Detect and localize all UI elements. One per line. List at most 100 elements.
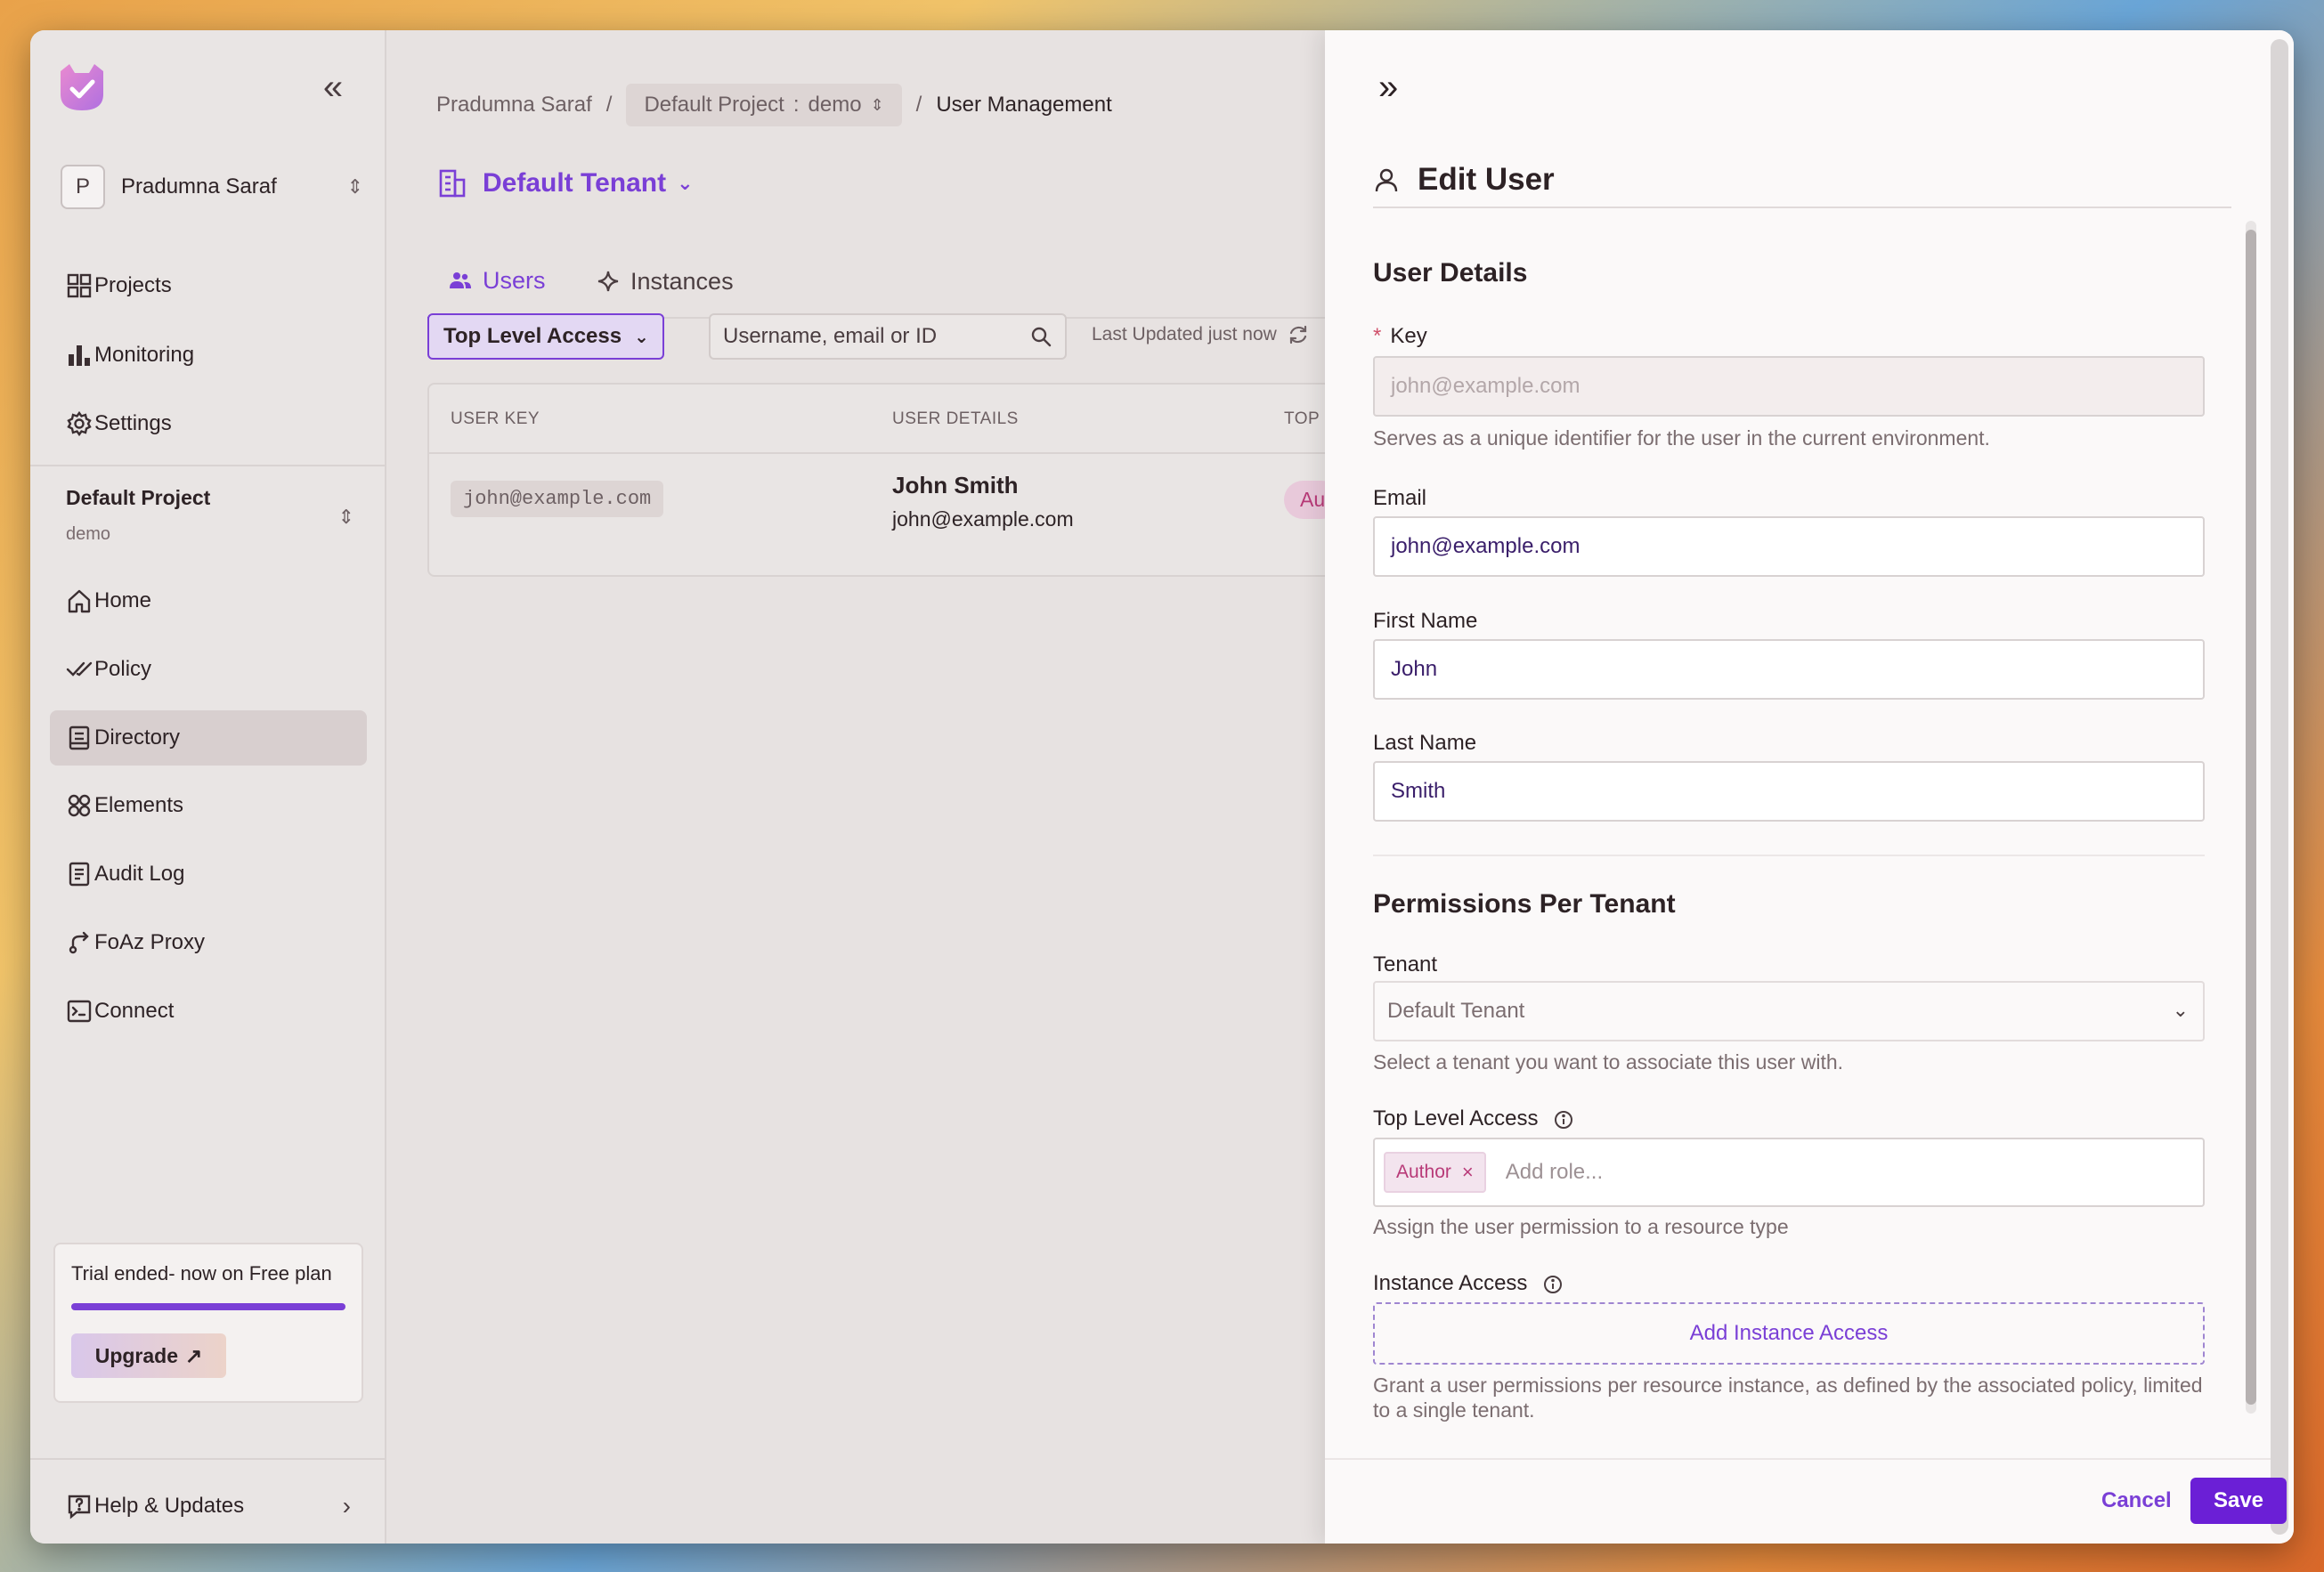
info-icon[interactable] xyxy=(1553,1109,1574,1130)
double-check-icon xyxy=(66,661,93,677)
key-placeholder: john@example.com xyxy=(1391,374,1580,398)
sidebar-item-monitoring[interactable]: Monitoring xyxy=(50,328,367,383)
sidebar-item-home[interactable]: Home xyxy=(50,573,367,628)
remove-role-icon[interactable]: × xyxy=(1462,1161,1474,1184)
last-name-field[interactable]: Smith xyxy=(1373,761,2205,822)
sidebar-item-directory[interactable]: Directory xyxy=(50,710,367,766)
help-updates-button[interactable]: Help & Updates › xyxy=(50,1483,367,1529)
section-divider xyxy=(1373,855,2205,856)
collapse-sidebar-icon[interactable]: « xyxy=(315,69,351,105)
last-updated: Last Updated just now xyxy=(1092,324,1309,345)
org-name: Pradumna Saraf xyxy=(121,174,277,199)
last-updated-text: Last Updated just now xyxy=(1092,324,1277,344)
tab-label: Instances xyxy=(630,267,734,295)
column-header-user-details: USER DETAILS xyxy=(892,409,1019,428)
help-icon xyxy=(68,1495,91,1519)
breadcrumb: Pradumna Saraf / Default Project : demo … xyxy=(436,84,1112,126)
sidebar-item-foaz-proxy[interactable]: FoAz Proxy xyxy=(50,915,367,970)
proxy-icon xyxy=(69,931,89,954)
users-icon xyxy=(450,272,471,288)
sidebar-item-policy[interactable]: Policy xyxy=(50,642,367,697)
instance-access-label: Instance Access xyxy=(1373,1271,1564,1296)
elements-icon xyxy=(68,794,91,817)
table-row[interactable]: john@example.com John Smith john@example… xyxy=(429,454,1387,547)
sidebar-item-connect[interactable]: Connect xyxy=(50,984,367,1039)
role-multiselect[interactable]: Author × xyxy=(1373,1138,2205,1207)
breadcrumb-colon: : xyxy=(792,93,800,117)
key-help-text: Serves as a unique identifier for the us… xyxy=(1373,426,1990,450)
sidebar: « P Pradumna Saraf ⇕ Projects Monitoring… xyxy=(30,30,386,1544)
cancel-button[interactable]: Cancel xyxy=(2101,1478,2172,1524)
permissions-title: Permissions Per Tenant xyxy=(1373,889,1676,919)
window-scrollbar[interactable] xyxy=(2271,39,2288,1535)
collapse-drawer-icon[interactable]: » xyxy=(1378,69,1398,105)
sidebar-item-projects[interactable]: Projects xyxy=(50,258,367,313)
trial-progress-fill xyxy=(71,1303,345,1310)
user-details-title: User Details xyxy=(1373,258,1528,288)
table-header: USER KEY USER DETAILS TOP L xyxy=(429,385,1387,454)
gear-icon xyxy=(67,410,92,437)
org-switcher[interactable]: P Pradumna Saraf ⇕ xyxy=(61,164,363,210)
user-email: john@example.com xyxy=(892,507,1074,531)
sidebar-item-audit-log[interactable]: Audit Log xyxy=(50,847,367,902)
document-icon xyxy=(69,862,90,887)
chevron-down-icon: ⌄ xyxy=(2172,999,2189,1021)
app-logo[interactable] xyxy=(55,61,109,114)
sidebar-item-label: Settings xyxy=(94,411,172,435)
terminal-icon xyxy=(67,1000,92,1023)
sidebar-item-label: Policy xyxy=(94,657,152,681)
filter-label: Top Level Access xyxy=(443,324,622,348)
sidebar-item-elements[interactable]: Elements xyxy=(50,778,367,833)
last-name-label: Last Name xyxy=(1373,731,1477,755)
info-icon[interactable] xyxy=(1542,1274,1564,1295)
first-name-value: John xyxy=(1391,657,1438,681)
user-key-chip: john@example.com xyxy=(451,481,664,517)
sidebar-item-settings[interactable]: Settings xyxy=(50,396,367,451)
grid-icon xyxy=(67,273,92,298)
project-switcher[interactable]: Default Project demo ⇕ xyxy=(66,486,360,545)
trial-progress-bar xyxy=(71,1303,345,1310)
first-name-label: First Name xyxy=(1373,609,1478,633)
tenant-select[interactable]: Default Tenant ⌄ xyxy=(1373,981,2205,1041)
key-field: john@example.com xyxy=(1373,356,2205,417)
search-input[interactable] xyxy=(723,324,1029,349)
key-label: * Key xyxy=(1373,324,1427,349)
tenant-select-value: Default Tenant xyxy=(1387,999,1525,1023)
role-tag-author: Author × xyxy=(1384,1152,1486,1193)
drawer-footer-divider xyxy=(1325,1458,2271,1460)
refresh-icon[interactable] xyxy=(1288,324,1309,345)
email-field[interactable]: john@example.com xyxy=(1373,516,2205,577)
trial-card: Trial ended- now on Free plan Upgrade ↗ xyxy=(53,1243,363,1403)
edit-user-drawer: » Edit User User Details * Key john@examp… xyxy=(1325,30,2294,1544)
tenant-label: Tenant xyxy=(1373,952,1438,976)
chevron-updown-icon: ⇕ xyxy=(870,95,884,114)
top-level-access-filter[interactable]: Top Level Access ⌄ xyxy=(427,313,664,360)
breadcrumb-org[interactable]: Pradumna Saraf xyxy=(436,93,592,117)
key-label-text: Key xyxy=(1390,324,1427,348)
breadcrumb-env: demo xyxy=(808,93,862,117)
sidebar-item-label: Monitoring xyxy=(94,343,195,367)
save-button[interactable]: Save xyxy=(2190,1478,2287,1524)
tenant-switcher[interactable]: Default Tenant ⌄ xyxy=(436,167,694,199)
sidebar-item-label: Connect xyxy=(94,999,175,1023)
scrollbar-thumb[interactable] xyxy=(2246,230,2256,1405)
tab-instances[interactable]: Instances xyxy=(575,244,755,319)
tab-users[interactable]: Users xyxy=(427,244,567,320)
add-instance-access-button[interactable]: Add Instance Access xyxy=(1373,1302,2205,1365)
chevron-right-icon: › xyxy=(342,1492,351,1519)
building-icon xyxy=(439,169,466,198)
first-name-field[interactable]: John xyxy=(1373,639,2205,700)
chevron-down-icon: ⌄ xyxy=(677,172,694,194)
breadcrumb-current: User Management xyxy=(936,93,1112,117)
drawer-title-text: Edit User xyxy=(1418,162,1555,197)
search-icon[interactable] xyxy=(1029,325,1052,348)
instance-access-help-text: Grant a user permissions per resource in… xyxy=(1373,1373,2203,1422)
breadcrumb-project-switcher[interactable]: Default Project : demo ⇕ xyxy=(626,84,902,126)
main-content: Pradumna Saraf / Default Project : demo … xyxy=(386,30,1389,1544)
add-role-input[interactable] xyxy=(1505,1160,1782,1185)
project-env: demo xyxy=(66,524,111,544)
chevron-updown-icon: ⇕ xyxy=(346,175,363,198)
user-name: John Smith xyxy=(892,472,1019,498)
drawer-scrollbar[interactable] xyxy=(2246,221,2256,1414)
upgrade-button[interactable]: Upgrade ↗ xyxy=(71,1333,226,1378)
